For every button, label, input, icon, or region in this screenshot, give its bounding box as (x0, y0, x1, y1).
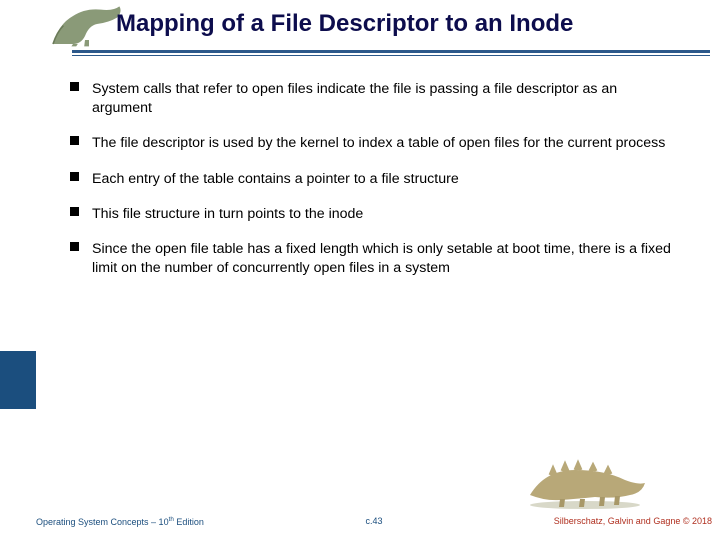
dinosaur-bottom-icon (520, 455, 650, 510)
bullet-square-icon (70, 207, 79, 216)
footer-edition-suffix: Edition (174, 517, 204, 527)
list-item: This file structure in turn points to th… (70, 205, 680, 224)
bullet-text: Each entry of the table contains a point… (92, 171, 459, 187)
footer-copyright: Silberschatz, Galvin and Gagne © 2018 (554, 516, 712, 526)
bullet-square-icon (70, 82, 79, 91)
sidebar (0, 0, 36, 540)
bullet-list: System calls that refer to open files in… (70, 80, 680, 278)
sidebar-accent (0, 351, 36, 409)
bullet-square-icon (70, 172, 79, 181)
list-item: Since the open file table has a fixed le… (70, 240, 680, 278)
bullet-text: System calls that refer to open files in… (92, 81, 617, 116)
title-rule-thick (72, 50, 710, 53)
bullet-text: Since the open file table has a fixed le… (92, 241, 671, 276)
footer-page-number: c.43 (365, 516, 382, 526)
list-item: System calls that refer to open files in… (70, 80, 680, 118)
footer: Operating System Concepts – 10th Edition… (36, 512, 712, 530)
slide-body: System calls that refer to open files in… (70, 80, 680, 460)
bullet-square-icon (70, 136, 79, 145)
bullet-text: This file structure in turn points to th… (92, 206, 363, 222)
bullet-text: The file descriptor is used by the kerne… (92, 135, 665, 151)
header: Mapping of a File Descriptor to an Inode (36, 0, 720, 60)
list-item: The file descriptor is used by the kerne… (70, 134, 680, 153)
bullet-square-icon (70, 242, 79, 251)
footer-left: Operating System Concepts – 10th Edition (36, 516, 204, 527)
slide: Mapping of a File Descriptor to an Inode… (0, 0, 720, 540)
slide-title: Mapping of a File Descriptor to an Inode (116, 10, 573, 38)
footer-book-title: Operating System Concepts – 10 (36, 517, 169, 527)
title-rule-thin (72, 55, 710, 56)
list-item: Each entry of the table contains a point… (70, 170, 680, 189)
